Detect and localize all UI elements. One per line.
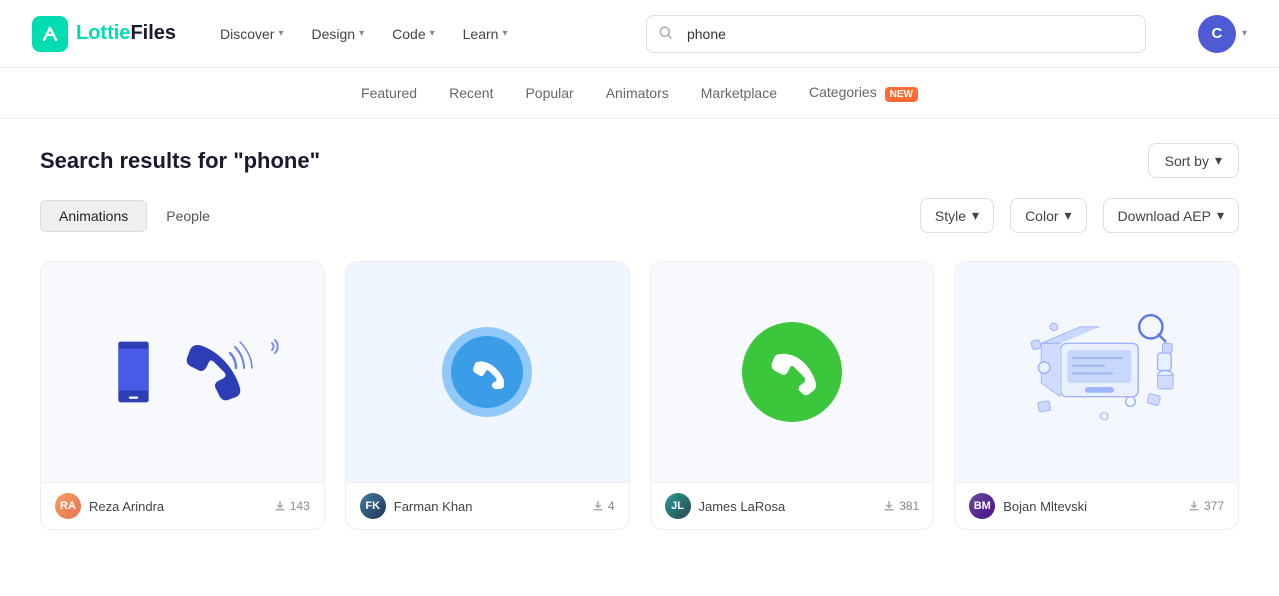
tab-group: Animations People — [40, 200, 229, 232]
tab-people[interactable]: People — [147, 200, 229, 232]
results-title: Search results for "phone" — [40, 148, 320, 174]
logo-text: LottieFiles — [76, 22, 176, 45]
download-count: 143 — [274, 499, 310, 513]
chevron-down-icon: ▾ — [278, 28, 283, 39]
subnav-popular[interactable]: Popular — [525, 81, 573, 105]
subnav-recent[interactable]: Recent — [449, 81, 493, 105]
results-header: Search results for "phone" Sort by ▾ — [40, 143, 1239, 178]
nav-code[interactable]: Code ▾ — [380, 18, 447, 50]
author-name: Reza Arindra — [89, 499, 164, 514]
isometric-phone-icon — [1007, 290, 1187, 455]
author-name: Bojan Mltevski — [1003, 499, 1087, 514]
download-count: 381 — [883, 499, 919, 513]
search-icon — [658, 25, 673, 43]
download-icon — [883, 500, 895, 512]
download-icon — [1188, 500, 1200, 512]
download-aep-filter[interactable]: Download AEP ▾ — [1103, 198, 1239, 233]
chevron-down-icon: ▾ — [1215, 152, 1222, 169]
card-preview-4 — [955, 262, 1238, 482]
nav-learn[interactable]: Learn ▾ — [451, 18, 520, 50]
avatar[interactable]: C — [1198, 15, 1236, 53]
download-aep-label: Download AEP — [1118, 208, 1211, 224]
subnav-featured[interactable]: Featured — [361, 81, 417, 105]
avatar: RA — [55, 493, 81, 519]
search-bar — [646, 15, 1146, 53]
card-author: JL James LaRosa — [665, 493, 786, 519]
main-nav: Discover ▾ Design ▾ Code ▾ Learn ▾ — [208, 18, 519, 50]
chevron-down-icon: ▾ — [1065, 207, 1072, 224]
tab-animations[interactable]: Animations — [40, 200, 147, 232]
chevron-down-icon: ▾ — [359, 28, 364, 39]
subnav-marketplace[interactable]: Marketplace — [701, 81, 777, 105]
table-row[interactable]: FK Farman Khan 4 — [345, 261, 630, 530]
avatar: FK — [360, 493, 386, 519]
card-footer: RA Reza Arindra 143 — [41, 482, 324, 529]
header: LottieFiles Discover ▾ Design ▾ Code ▾ L… — [0, 0, 1279, 68]
search-input[interactable] — [646, 15, 1146, 53]
phone-circle-icon — [442, 327, 532, 417]
author-name: Farman Khan — [394, 499, 473, 514]
subnav-animators[interactable]: Animators — [606, 81, 669, 105]
style-filter[interactable]: Style ▾ — [920, 198, 994, 233]
card-preview-3 — [651, 262, 934, 482]
color-filter[interactable]: Color ▾ — [1010, 198, 1087, 233]
table-row[interactable]: JL James LaRosa 381 — [650, 261, 935, 530]
main-content: Search results for "phone" Sort by ▾ Ani… — [0, 119, 1279, 554]
avatar: BM — [969, 493, 995, 519]
avatar-chevron-icon[interactable]: ▾ — [1242, 28, 1247, 39]
download-count: 4 — [592, 499, 615, 513]
card-author: FK Farman Khan — [360, 493, 473, 519]
phone-inner-icon — [451, 336, 523, 408]
table-row[interactable]: RA Reza Arindra 143 — [40, 261, 325, 530]
card-author: RA Reza Arindra — [55, 493, 164, 519]
card-preview-1 — [41, 262, 324, 482]
chevron-down-icon: ▾ — [1217, 207, 1224, 224]
phone-icon — [102, 337, 172, 407]
card-author: BM Bojan Mltevski — [969, 493, 1087, 519]
chevron-down-icon: ▾ — [502, 28, 507, 39]
download-count: 377 — [1188, 499, 1224, 513]
animation-grid: RA Reza Arindra 143 — [40, 261, 1239, 530]
style-label: Style — [935, 208, 966, 224]
phone-handset-icon — [172, 325, 262, 415]
nav-discover[interactable]: Discover ▾ — [208, 18, 296, 50]
table-row[interactable]: BM Bojan Mltevski 377 — [954, 261, 1239, 530]
sub-nav: Featured Recent Popular Animators Market… — [0, 68, 1279, 119]
author-name: James LaRosa — [699, 499, 786, 514]
card-footer: FK Farman Khan 4 — [346, 482, 629, 529]
subnav-categories[interactable]: Categories NEW — [809, 80, 918, 106]
nav-design[interactable]: Design ▾ — [300, 18, 377, 50]
card-footer: JL James LaRosa 381 — [651, 482, 934, 529]
download-icon — [274, 500, 286, 512]
new-badge: NEW — [885, 87, 918, 102]
green-phone-icon — [742, 322, 842, 422]
avatar: JL — [665, 493, 691, 519]
card-footer: BM Bojan Mltevski 377 — [955, 482, 1238, 529]
sort-by-button[interactable]: Sort by ▾ — [1148, 143, 1239, 178]
chevron-down-icon: ▾ — [430, 28, 435, 39]
card-preview-2 — [346, 262, 629, 482]
chevron-down-icon: ▾ — [972, 207, 979, 224]
logo-icon — [32, 16, 68, 52]
sort-by-label: Sort by — [1165, 153, 1209, 169]
logo[interactable]: LottieFiles — [32, 16, 176, 52]
filter-bar: Animations People Style ▾ Color ▾ Downlo… — [40, 198, 1239, 233]
color-label: Color — [1025, 208, 1058, 224]
download-icon — [592, 500, 604, 512]
